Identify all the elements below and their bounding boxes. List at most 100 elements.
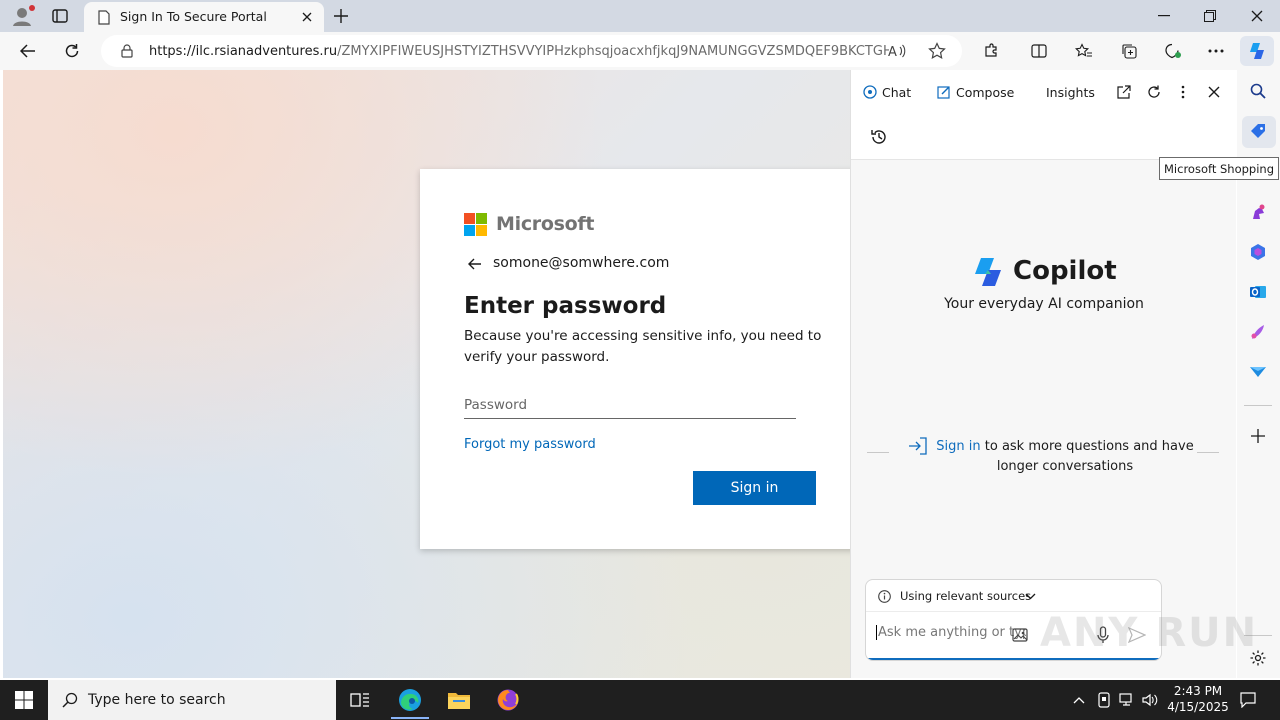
new-tab-icon[interactable] xyxy=(330,6,352,26)
sign-in-icon[interactable] xyxy=(908,437,928,455)
divider xyxy=(1244,405,1272,406)
more-options-icon[interactable] xyxy=(1203,39,1229,63)
lock-icon[interactable] xyxy=(119,43,135,59)
shopping-icon[interactable] xyxy=(1248,122,1268,142)
taskbar-search[interactable]: Type here to search xyxy=(48,680,336,720)
divider xyxy=(1244,635,1272,636)
tab-insights[interactable]: Insights xyxy=(1046,83,1095,101)
device-icon[interactable] xyxy=(1096,692,1112,708)
divider xyxy=(1197,452,1219,453)
forgot-password-link[interactable]: Forgot my password xyxy=(464,437,596,452)
running-indicator xyxy=(391,717,429,719)
back-arrow-icon[interactable] xyxy=(467,256,483,272)
minimize-icon[interactable] xyxy=(1152,6,1176,26)
open-in-tab-icon[interactable] xyxy=(1114,82,1134,102)
input-focus-line xyxy=(866,658,1161,660)
copilot-subtitle: Your everyday AI companion xyxy=(944,296,1144,312)
svg-text:A: A xyxy=(888,45,897,59)
chevron-down-icon xyxy=(1024,590,1036,602)
network-icon[interactable] xyxy=(1119,692,1135,708)
drop-icon[interactable] xyxy=(1248,362,1268,382)
chevron-up-icon[interactable] xyxy=(1071,692,1087,708)
copilot-icon[interactable] xyxy=(1240,36,1274,66)
file-explorer-icon[interactable] xyxy=(447,688,471,712)
favorites-icon[interactable] xyxy=(1071,39,1097,63)
page-icon xyxy=(96,9,112,25)
close-pane-icon[interactable] xyxy=(1204,82,1224,102)
back-icon[interactable] xyxy=(15,39,41,63)
ask-input[interactable] xyxy=(876,625,1026,640)
compose-icon xyxy=(937,86,950,99)
clock-date: 4/15/2025 xyxy=(1167,700,1229,714)
microsoft-logo xyxy=(464,213,488,237)
title-bar: Sign In To Secure Portal xyxy=(0,0,1280,32)
sources-label: Using relevant sources xyxy=(900,589,1032,603)
info-icon xyxy=(877,589,891,603)
page-viewport: Microsoft somone@somwhere.com Enter pass… xyxy=(3,70,850,678)
chat-input-box: Using relevant sources xyxy=(865,579,1162,661)
sources-dropdown[interactable]: Using relevant sources xyxy=(866,580,1161,612)
search-icon xyxy=(62,692,78,708)
close-window-icon[interactable] xyxy=(1245,6,1269,26)
refresh-chat-icon[interactable] xyxy=(1144,82,1164,102)
tab-chat-label: Chat xyxy=(882,84,912,100)
taskbar: Type here to search 2:43 PM 4/15/2025 xyxy=(0,680,1280,720)
microsoft-365-icon[interactable] xyxy=(1248,242,1268,262)
tab-chat[interactable]: Chat xyxy=(863,83,911,101)
tab-compose[interactable]: Compose xyxy=(937,83,1014,101)
refresh-icon[interactable] xyxy=(59,39,85,63)
send-icon[interactable] xyxy=(1128,626,1146,644)
tab-insights-label: Insights xyxy=(1046,84,1095,100)
copilot-toolbar xyxy=(851,114,1237,160)
extensions-icon[interactable] xyxy=(978,39,1004,63)
browser-essentials-icon[interactable] xyxy=(1160,39,1186,63)
tooltip: Microsoft Shopping xyxy=(1159,157,1279,180)
tab-actions-icon[interactable] xyxy=(48,6,72,26)
url-path: /ZMYXIPFIWEUSJHSTYIZTHSVVYIPHzkphsqjoacx… xyxy=(337,44,889,59)
address-bar[interactable]: https://ilc.rsianadventures.ru/ZMYXIPFIW… xyxy=(101,35,962,67)
taskbar-search-placeholder: Type here to search xyxy=(88,692,226,708)
clock-time: 2:43 PM xyxy=(1173,684,1223,698)
more-vertical-icon[interactable] xyxy=(1173,82,1193,102)
task-view-icon[interactable] xyxy=(348,688,372,712)
windows-start-icon[interactable] xyxy=(14,690,34,710)
url-host: https://ilc.rsianadventures.ru xyxy=(149,44,338,59)
collections-icon[interactable] xyxy=(1116,39,1142,63)
sign-in-link[interactable]: Sign in xyxy=(936,439,980,454)
notification-dot xyxy=(29,5,35,11)
edge-app-icon[interactable] xyxy=(398,688,422,712)
url-text[interactable]: https://ilc.rsianadventures.ru/ZMYXIPFIW… xyxy=(149,44,889,59)
divider xyxy=(867,452,889,453)
favorite-star-icon[interactable] xyxy=(927,41,947,61)
designer-icon[interactable] xyxy=(1248,322,1268,342)
read-aloud-icon[interactable]: A xyxy=(887,41,907,61)
notification-icon[interactable] xyxy=(1240,692,1256,708)
close-tab-icon[interactable] xyxy=(298,8,316,26)
account-identity: somone@somwhere.com xyxy=(493,255,670,271)
settings-gear-icon[interactable] xyxy=(1248,648,1268,668)
tab-title: Sign In To Secure Portal xyxy=(120,9,267,24)
outlook-icon[interactable] xyxy=(1248,282,1268,302)
system-clock[interactable]: 2:43 PM 4/15/2025 xyxy=(1160,683,1236,715)
image-input-icon[interactable] xyxy=(1012,626,1030,644)
copilot-title: Copilot xyxy=(1013,256,1117,286)
add-icon[interactable] xyxy=(1248,426,1268,446)
brand-name: Microsoft xyxy=(496,213,595,235)
login-card: Microsoft somone@somwhere.com Enter pass… xyxy=(420,169,850,549)
sign-in-button[interactable]: Sign in xyxy=(693,471,816,505)
games-icon[interactable] xyxy=(1248,202,1268,222)
restore-icon[interactable] xyxy=(1198,6,1222,26)
password-field[interactable] xyxy=(464,391,796,419)
split-screen-icon[interactable] xyxy=(1026,39,1052,63)
microphone-icon[interactable] xyxy=(1094,626,1112,644)
chat-icon xyxy=(863,85,877,99)
copilot-logo xyxy=(971,256,1005,288)
history-icon[interactable] xyxy=(869,127,889,147)
copilot-header: Chat Compose Insights xyxy=(851,70,1237,114)
tab-active[interactable]: Sign In To Secure Portal xyxy=(84,2,324,32)
tab-compose-label: Compose xyxy=(956,84,1015,100)
volume-icon[interactable] xyxy=(1142,692,1158,708)
firefox-icon[interactable] xyxy=(496,688,520,712)
search-icon[interactable] xyxy=(1248,81,1268,101)
navigation-bar: https://ilc.rsianadventures.ru/ZMYXIPFIW… xyxy=(0,32,1280,70)
